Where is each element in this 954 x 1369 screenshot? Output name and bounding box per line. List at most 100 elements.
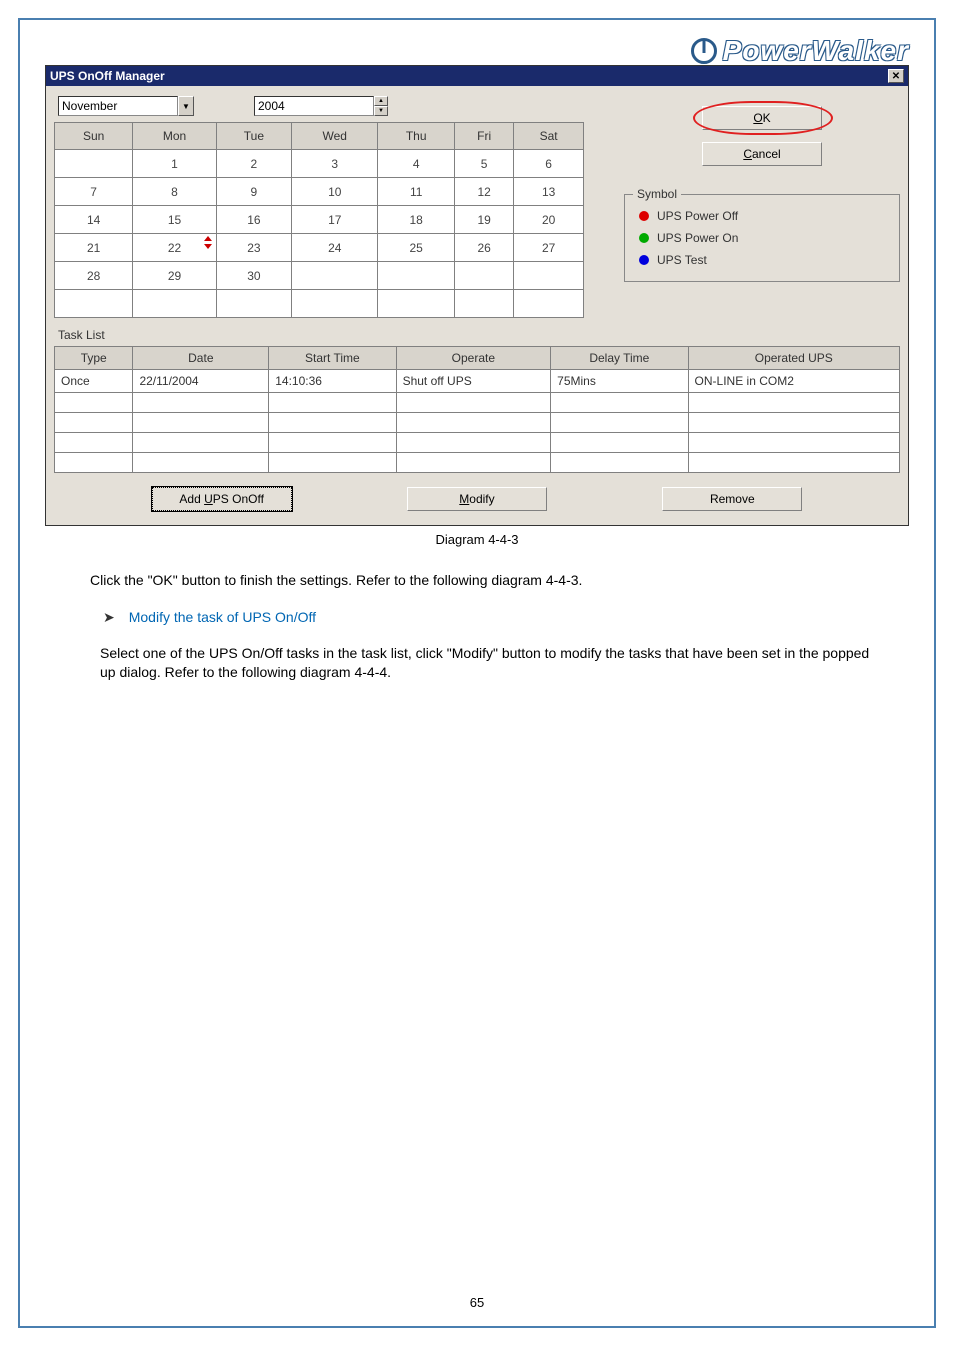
calendar-cell[interactable]: 11 bbox=[378, 178, 455, 206]
status-dot-icon bbox=[639, 233, 649, 243]
ups-onoff-dialog: UPS OnOff Manager ✕ ▼ ▲▼ bbox=[45, 65, 909, 526]
calendar-cell[interactable]: 28 bbox=[55, 262, 133, 290]
calendar-cell[interactable]: 26 bbox=[454, 234, 513, 262]
year-spinner[interactable]: ▲▼ bbox=[254, 96, 388, 116]
calendar-cell[interactable]: 1 bbox=[133, 150, 216, 178]
calendar-cell[interactable]: 30 bbox=[216, 262, 291, 290]
modify-button[interactable]: Modify bbox=[407, 487, 547, 511]
calendar-cell[interactable]: 3 bbox=[292, 150, 378, 178]
calendar-day-header: Sun bbox=[55, 123, 133, 150]
ok-button[interactable]: OOKK bbox=[702, 106, 822, 130]
symbol-legend-title: Symbol bbox=[633, 187, 681, 201]
task-cell bbox=[55, 393, 133, 413]
task-cell bbox=[133, 413, 269, 433]
calendar-grid: SunMonTueWedThuFriSat 123456789101112131… bbox=[54, 122, 584, 318]
calendar-cell[interactable]: 12 bbox=[454, 178, 513, 206]
calendar-day-header: Thu bbox=[378, 123, 455, 150]
calendar-day-header: Wed bbox=[292, 123, 378, 150]
task-column-header: Operate bbox=[396, 347, 551, 370]
calendar-cell[interactable]: 19 bbox=[454, 206, 513, 234]
symbol-row: UPS Test bbox=[639, 249, 885, 271]
task-cell bbox=[396, 433, 551, 453]
remove-button[interactable]: Remove bbox=[662, 487, 802, 511]
paragraph-2: Select one of the UPS On/Off tasks in th… bbox=[45, 630, 909, 697]
task-cell bbox=[55, 433, 133, 453]
calendar-cell[interactable]: 13 bbox=[514, 178, 584, 206]
task-cell bbox=[133, 433, 269, 453]
calendar-cell[interactable]: 9 bbox=[216, 178, 291, 206]
calendar-cell[interactable]: 16 bbox=[216, 206, 291, 234]
task-cell bbox=[133, 453, 269, 473]
task-cell bbox=[551, 433, 688, 453]
symbol-row: UPS Power On bbox=[639, 227, 885, 249]
table-row[interactable] bbox=[55, 393, 900, 413]
task-cell bbox=[688, 433, 899, 453]
paragraph-1: Click the "OK" button to finish the sett… bbox=[45, 565, 909, 605]
calendar-cell[interactable]: 22 bbox=[133, 234, 216, 262]
chevron-down-icon[interactable]: ▼ bbox=[178, 96, 194, 116]
task-column-header: Date bbox=[133, 347, 269, 370]
month-input[interactable] bbox=[58, 96, 178, 116]
calendar-cell bbox=[378, 262, 455, 290]
task-cell bbox=[396, 393, 551, 413]
calendar-cell[interactable]: 23 bbox=[216, 234, 291, 262]
calendar-cell bbox=[292, 262, 378, 290]
task-cell bbox=[551, 413, 688, 433]
calendar-cell bbox=[55, 150, 133, 178]
task-cell bbox=[688, 413, 899, 433]
table-row[interactable] bbox=[55, 413, 900, 433]
calendar-cell[interactable]: 15 bbox=[133, 206, 216, 234]
task-cell: Shut off UPS bbox=[396, 370, 551, 393]
calendar-cell[interactable]: 5 bbox=[454, 150, 513, 178]
cancel-button[interactable]: Cancel bbox=[702, 142, 822, 166]
task-column-header: Operated UPS bbox=[688, 347, 899, 370]
symbol-label: UPS Power On bbox=[657, 231, 738, 245]
calendar-cell[interactable]: 29 bbox=[133, 262, 216, 290]
task-cell bbox=[688, 393, 899, 413]
calendar-cell[interactable]: 24 bbox=[292, 234, 378, 262]
table-row[interactable] bbox=[55, 453, 900, 473]
calendar-cell[interactable]: 8 bbox=[133, 178, 216, 206]
calendar-cell[interactable]: 7 bbox=[55, 178, 133, 206]
task-cell: Once bbox=[55, 370, 133, 393]
task-cell bbox=[396, 413, 551, 433]
calendar-cell bbox=[133, 290, 216, 318]
task-cell: 22/11/2004 bbox=[133, 370, 269, 393]
section-heading: ➤Modify the task of UPS On/Off bbox=[45, 605, 909, 630]
task-table: TypeDateStart TimeOperateDelay TimeOpera… bbox=[54, 346, 900, 473]
calendar-cell[interactable]: 4 bbox=[378, 150, 455, 178]
task-cell bbox=[133, 393, 269, 413]
calendar-cell[interactable]: 6 bbox=[514, 150, 584, 178]
task-cell bbox=[269, 453, 396, 473]
status-dot-icon bbox=[639, 255, 649, 265]
tasklist-label: Task List bbox=[54, 318, 900, 346]
task-cell: 75Mins bbox=[551, 370, 688, 393]
spinner-down-icon[interactable]: ▼ bbox=[374, 106, 388, 116]
table-row[interactable]: Once22/11/200414:10:36Shut off UPS75Mins… bbox=[55, 370, 900, 393]
add-ups-onoff-button[interactable]: Add UPS OnOff bbox=[152, 487, 292, 511]
calendar-cell[interactable]: 14 bbox=[55, 206, 133, 234]
dialog-titlebar: UPS OnOff Manager ✕ bbox=[46, 66, 908, 86]
task-cell bbox=[269, 413, 396, 433]
calendar-cell[interactable]: 17 bbox=[292, 206, 378, 234]
table-row[interactable] bbox=[55, 433, 900, 453]
month-select[interactable]: ▼ bbox=[58, 96, 194, 116]
task-cell bbox=[55, 413, 133, 433]
calendar-cell[interactable]: 20 bbox=[514, 206, 584, 234]
calendar-cell[interactable]: 10 bbox=[292, 178, 378, 206]
calendar-cell[interactable]: 21 bbox=[55, 234, 133, 262]
task-cell bbox=[269, 393, 396, 413]
calendar-cell[interactable]: 2 bbox=[216, 150, 291, 178]
close-icon[interactable]: ✕ bbox=[888, 69, 904, 83]
calendar-cell[interactable]: 27 bbox=[514, 234, 584, 262]
page-number: 65 bbox=[20, 1295, 934, 1310]
calendar-cell bbox=[378, 290, 455, 318]
task-cell bbox=[551, 453, 688, 473]
arrow-icon: ➤ bbox=[103, 609, 129, 625]
year-input[interactable] bbox=[254, 96, 374, 116]
calendar-cell[interactable]: 25 bbox=[378, 234, 455, 262]
calendar-cell[interactable]: 18 bbox=[378, 206, 455, 234]
calendar-day-header: Mon bbox=[133, 123, 216, 150]
calendar-day-header: Fri bbox=[454, 123, 513, 150]
spinner-up-icon[interactable]: ▲ bbox=[374, 96, 388, 106]
